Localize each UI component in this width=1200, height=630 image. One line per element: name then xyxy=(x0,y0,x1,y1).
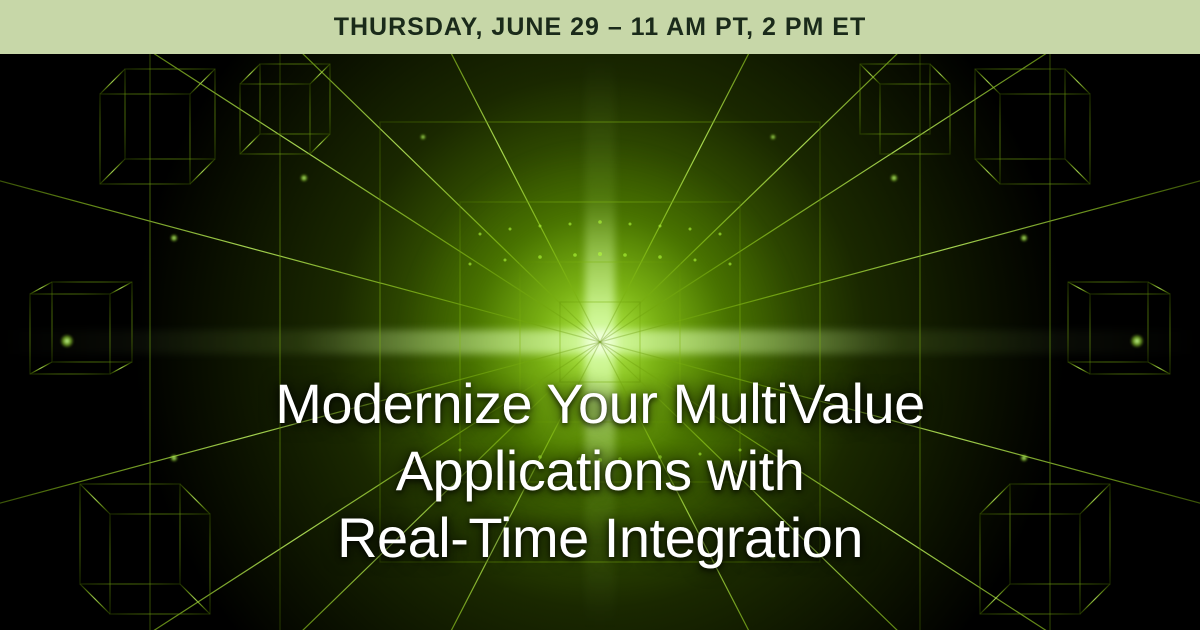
title-line-1: Modernize Your MultiValue xyxy=(0,370,1200,437)
hero-title: Modernize Your MultiValue Applications w… xyxy=(0,370,1200,572)
title-line-2: Applications with xyxy=(0,437,1200,504)
sparkle-icon xyxy=(1020,234,1028,242)
date-banner: THURSDAY, JUNE 29 – 11 AM PT, 2 PM ET xyxy=(0,0,1200,54)
title-line-3: Real-Time Integration xyxy=(0,504,1200,571)
sparkle-icon xyxy=(890,174,898,182)
sparkle-icon xyxy=(1130,334,1144,348)
sparkle-icon xyxy=(170,234,178,242)
sparkle-icon xyxy=(300,174,308,182)
sparkle-icon xyxy=(770,134,776,140)
sparkle-icon xyxy=(60,334,74,348)
banner-text: THURSDAY, JUNE 29 – 11 AM PT, 2 PM ET xyxy=(334,13,867,42)
sparkle-icon xyxy=(420,134,426,140)
